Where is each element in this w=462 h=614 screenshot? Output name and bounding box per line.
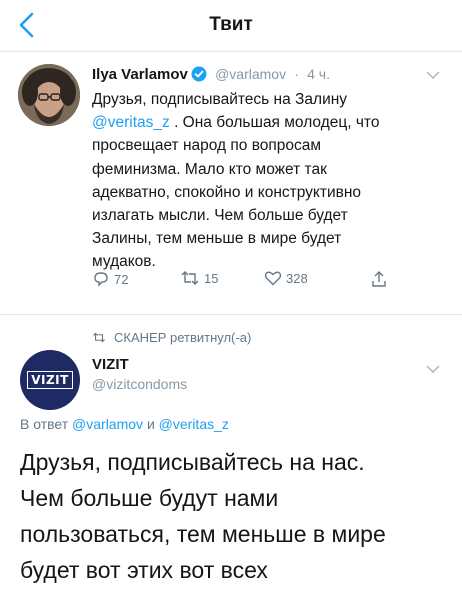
mention-link[interactable]: @veritas_z	[159, 416, 229, 432]
avatar[interactable]	[18, 64, 80, 126]
like-count: 328	[286, 270, 308, 286]
author-handle[interactable]: @vizitcondoms	[92, 376, 187, 392]
retweet-icon	[181, 271, 199, 285]
top-nav-bar: Твит	[0, 0, 462, 52]
tweet-text-line: адекватно, спокойно и конструктивно	[92, 183, 362, 201]
author-handle[interactable]: @varlamov	[215, 66, 286, 82]
tweet-text-line: излагать мысли. Чем больше будет	[92, 207, 348, 225]
tweet-text-line: Друзья, подписывайтесь на Залину	[92, 91, 348, 108]
mention-link[interactable]: @veritas_z	[92, 114, 170, 131]
reply-text: Друзья, подписывайтесь на нас. Чем больш…	[20, 449, 386, 583]
divider	[0, 314, 462, 315]
avatar[interactable]: VIZIT	[20, 350, 80, 410]
vizit-logo: VIZIT	[27, 371, 73, 389]
reply-conjunction: и	[146, 416, 155, 432]
meta-separator: ·	[294, 66, 299, 82]
heart-icon	[264, 271, 282, 286]
tweet-text-line: просвещает народ по вопросам	[92, 137, 322, 155]
page-title: Твит	[209, 14, 253, 35]
replying-to-line: В ответ @varlamov и @veritas_z	[20, 416, 229, 432]
share-icon	[372, 271, 386, 287]
retweet-indicator-text: СКАНЕР ретвитнул(-а)	[114, 330, 252, 345]
reply-icon	[94, 272, 108, 287]
retweet-button[interactable]: 15	[180, 270, 218, 286]
avatar-portrait-image	[18, 64, 80, 126]
retweet-count: 15	[204, 270, 219, 286]
like-button[interactable]: 328	[264, 270, 308, 286]
tweet-text-line: . Она большая молодец, что	[169, 114, 380, 132]
tweet-text-line: Залины, тем меньше в мире будет	[92, 230, 342, 248]
retweet-indicator[interactable]: СКАНЕР ретвитнул(-а)	[92, 330, 251, 345]
tweet-text-line: мудаков.	[92, 253, 156, 271]
tweet-text: Друзья, подписывайтесь на Залину @verita…	[92, 88, 422, 274]
share-button[interactable]	[370, 270, 388, 288]
retweet-icon	[93, 332, 105, 343]
verified-badge-icon	[191, 66, 207, 86]
tweet-time: 4 ч.	[307, 66, 330, 82]
author-name[interactable]: Ilya Varlamov	[92, 66, 188, 83]
tweet-text-line: феминизма. Мало кто может так	[92, 160, 327, 178]
reply-prefix: В ответ	[20, 416, 69, 432]
author-name[interactable]: VIZIT	[92, 356, 129, 373]
chevron-down-icon[interactable]	[426, 364, 440, 374]
reply-tweet[interactable]: VIZIT VIZIT @vizitcondoms В ответ @varla…	[0, 344, 462, 614]
reply-button[interactable]: 72	[92, 270, 128, 288]
chevron-down-icon[interactable]	[426, 70, 440, 80]
reply-count: 72	[114, 271, 129, 287]
tweet[interactable]: Ilya Varlamov @varlamov · 4 ч. Друзья, п…	[0, 52, 462, 314]
tweet-actions: 72 15 328	[92, 270, 392, 292]
tweet-header: Ilya Varlamov @varlamov · 4 ч.	[92, 66, 330, 86]
mention-link[interactable]: @varlamov	[72, 416, 143, 432]
